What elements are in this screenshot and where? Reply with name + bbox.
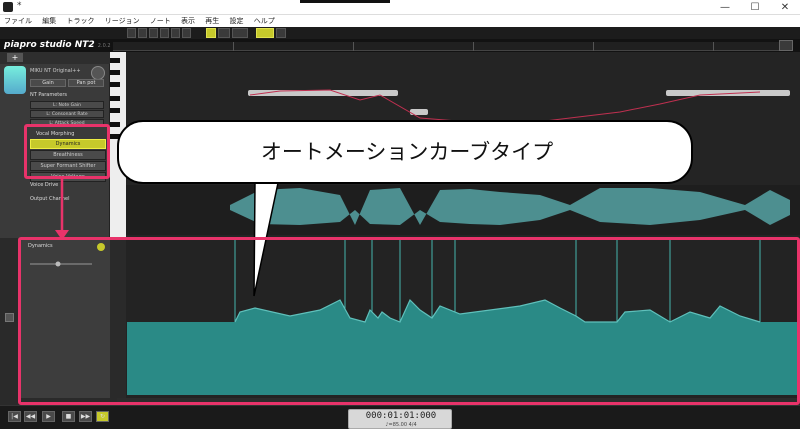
eraser-tool-icon[interactable]: [160, 28, 169, 38]
waveform-view[interactable]: [126, 185, 800, 235]
fast-forward-button[interactable]: ▶▶: [79, 411, 92, 422]
singer-name[interactable]: MIKU NT Original++: [30, 68, 81, 74]
title-strip: [300, 0, 390, 3]
menu-edit[interactable]: 編集: [38, 15, 60, 27]
menu-region[interactable]: リージョン: [101, 15, 144, 27]
app-icon: [3, 2, 13, 12]
note-block[interactable]: [248, 90, 398, 96]
note-block[interactable]: [410, 109, 428, 115]
menu-track[interactable]: トラック: [62, 15, 98, 27]
timeline-ruler[interactable]: [113, 42, 793, 51]
minimize-button[interactable]: —: [710, 0, 740, 15]
tempo-readout: ♪=85.00 4/4: [385, 422, 417, 428]
rewind-button[interactable]: ◀◀: [24, 411, 37, 422]
menu-help[interactable]: ヘルプ: [250, 15, 279, 27]
collapse-icon[interactable]: [5, 313, 14, 322]
menu-view[interactable]: 表示: [177, 15, 199, 27]
callout-text: オートメーションカーブタイプ: [260, 140, 554, 164]
menu-settings[interactable]: 設定: [226, 15, 248, 27]
length-select[interactable]: [232, 28, 248, 38]
time-display: 000:01:01:000 ♪=85.00 4/4: [348, 409, 452, 429]
loop-button[interactable]: ↻: [96, 411, 109, 422]
menu-file[interactable]: ファイル: [0, 15, 36, 27]
maximize-button[interactable]: ☐: [740, 0, 770, 15]
mode-select[interactable]: [276, 28, 286, 38]
avatar: [4, 66, 26, 94]
mode-toggle[interactable]: [256, 28, 274, 38]
snap-toggle[interactable]: [206, 28, 216, 38]
output-channel-header[interactable]: Output Channel: [30, 196, 70, 202]
close-button[interactable]: ✕: [770, 0, 800, 15]
menu-note[interactable]: ノート: [146, 15, 175, 27]
transport-bar: |◀ ◀◀ ▶ ■ ▶▶ ↻ 000:01:01:000 ♪=85.00 4/4: [0, 405, 800, 429]
gain-button[interactable]: Gain: [30, 79, 66, 87]
zoom-tool-icon[interactable]: [182, 28, 191, 38]
line-tool-icon[interactable]: [149, 28, 158, 38]
param-note-gain[interactable]: L: Note Gain: [30, 101, 104, 109]
callout-bubble: オートメーションカーブタイプ: [117, 120, 693, 184]
vocal-morphing-highlight: [24, 124, 110, 179]
menu-play[interactable]: 再生: [201, 15, 223, 27]
time-readout: 000:01:01:000: [365, 411, 437, 421]
add-track-button[interactable]: +: [7, 53, 23, 62]
scissors-tool-icon[interactable]: [171, 28, 180, 38]
track-panel-header: +: [0, 52, 110, 64]
control-track-highlight: [18, 237, 800, 405]
title-bar: * — ☐ ✕: [0, 0, 800, 15]
select-tool-icon[interactable]: [127, 28, 136, 38]
menu-bar: ファイル 編集 トラック リージョン ノート 表示 再生 設定 ヘルプ: [0, 15, 800, 27]
nt-parameters-header[interactable]: NT Parameters: [30, 92, 67, 98]
note-block[interactable]: [666, 90, 790, 96]
stop-button[interactable]: ■: [62, 411, 75, 422]
go-to-start-button[interactable]: |◀: [8, 411, 21, 422]
app-logo: piapro studio NT2 2.0.2: [4, 40, 111, 50]
toolbar: [0, 27, 800, 39]
panpot-button[interactable]: Pan pot: [68, 79, 104, 87]
quantize-select[interactable]: [218, 28, 230, 38]
volume-knob[interactable]: [91, 66, 105, 80]
play-button[interactable]: ▶: [42, 411, 55, 422]
voice-drive-header[interactable]: Voice Drive: [30, 182, 58, 188]
param-consonant-rate[interactable]: L: Consonant Rate: [30, 110, 104, 118]
gear-icon[interactable]: [779, 40, 793, 51]
pencil-tool-icon[interactable]: [138, 28, 147, 38]
window-title: *: [17, 1, 22, 11]
